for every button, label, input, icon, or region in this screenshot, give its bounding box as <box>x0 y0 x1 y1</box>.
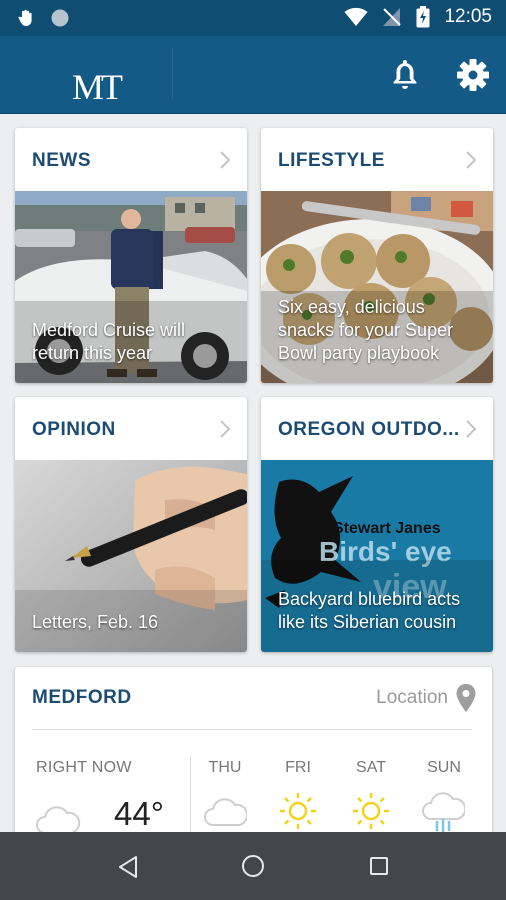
gear-icon[interactable] <box>456 58 490 92</box>
home-icon[interactable] <box>241 854 265 878</box>
lifestyle-title: LIFESTYLE <box>278 150 385 171</box>
news-caption[interactable]: Medford Cruise will return this year <box>32 319 233 365</box>
forecast-day-sat: SAT <box>356 759 386 776</box>
right-now-label: RIGHT NOW <box>36 759 132 776</box>
no-signal-icon <box>383 8 402 26</box>
opinion-caption[interactable]: Letters, Feb. 16 <box>32 611 233 634</box>
system-nav-bar <box>0 832 506 900</box>
location-pin-icon[interactable] <box>455 683 477 713</box>
weather-city: MEDFORD <box>32 687 132 708</box>
sun-icon <box>353 793 389 829</box>
news-card-header[interactable]: NEWS <box>15 128 247 191</box>
news-title: NEWS <box>32 150 91 171</box>
sun-icon <box>280 793 316 829</box>
weather-divider <box>32 729 472 730</box>
opinion-title: OPINION <box>32 419 116 440</box>
forecast-day-fri: FRI <box>285 759 311 776</box>
rain-icon <box>422 792 465 833</box>
location-button[interactable]: Location <box>376 687 448 709</box>
lifestyle-card[interactable]: LIFESTYLE Six easy, delicious snacks for… <box>261 128 493 383</box>
clock: 12:05 <box>444 6 492 27</box>
hand-notification-icon <box>18 9 32 27</box>
battery-charging-icon <box>416 6 430 28</box>
weather-vertical-divider <box>190 755 191 835</box>
chevron-right-icon <box>220 151 231 169</box>
news-card[interactable]: NEWS Medford Cruise will return this yea… <box>15 128 247 383</box>
bell-icon[interactable] <box>390 58 420 92</box>
chevron-right-icon <box>466 420 477 438</box>
wifi-icon <box>344 7 368 26</box>
status-bar: 12:05 <box>0 0 506 36</box>
outdoors-caption[interactable]: Backyard bluebird acts like its Siberian… <box>278 588 479 634</box>
circle-notification-icon <box>51 9 69 27</box>
opinion-card[interactable]: OPINION Letters, Feb. 16 <box>15 397 247 652</box>
recent-apps-icon[interactable] <box>369 856 389 876</box>
outdoors-title: OREGON OUTDO... <box>278 419 460 440</box>
weather-card[interactable]: MEDFORD Location RIGHT NOW 44° THU FRI S… <box>15 667 492 847</box>
app-bar: MT <box>0 36 506 114</box>
current-temperature: 44° <box>114 795 164 832</box>
forecast-day-thu: THU <box>208 759 242 776</box>
back-icon[interactable] <box>116 854 140 880</box>
chevron-right-icon <box>220 420 231 438</box>
outdoors-card[interactable]: OREGON OUTDO... Stewart Janes Birds' eye… <box>261 397 493 652</box>
cloud-icon <box>204 798 247 826</box>
forecast-day-sun: SUN <box>427 759 461 776</box>
app-bar-divider <box>172 48 173 100</box>
lifestyle-card-header[interactable]: LIFESTYLE <box>261 128 493 191</box>
chevron-right-icon <box>466 151 477 169</box>
app-logo: MT <box>72 67 123 107</box>
lifestyle-caption[interactable]: Six easy, delicious snacks for your Supe… <box>278 296 479 365</box>
outdoors-card-header[interactable]: OREGON OUTDO... <box>261 397 493 460</box>
opinion-card-header[interactable]: OPINION <box>15 397 247 460</box>
